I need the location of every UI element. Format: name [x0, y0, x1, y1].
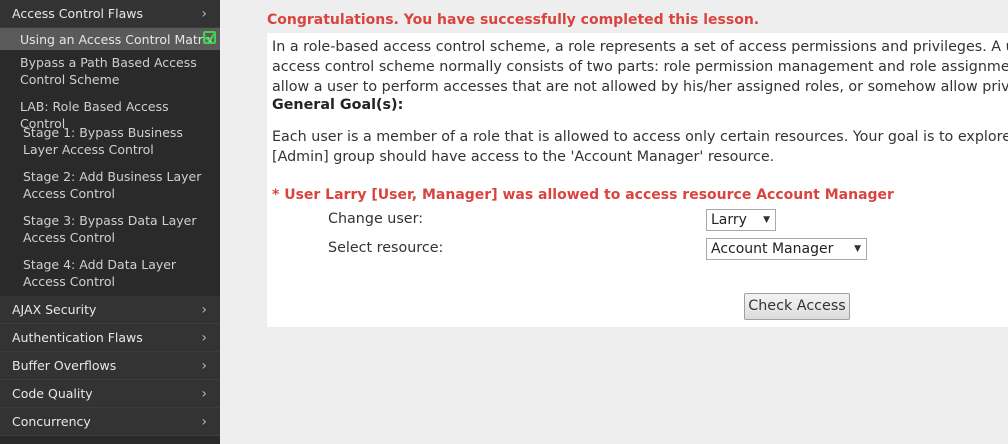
- category-label: Concurrency: [12, 414, 91, 429]
- lesson-label: Bypass a Path Based Access Control Schem…: [20, 55, 197, 87]
- lesson-label: Stage 1: Bypass Business Layer Access Co…: [23, 125, 183, 157]
- chevron-right-icon: ›: [201, 302, 207, 318]
- category-label: Code Quality: [12, 386, 93, 401]
- lesson-sidebar: Access Control Flaws › Using an Access C…: [0, 0, 220, 444]
- lesson-content: Congratulations. You have successfully c…: [220, 0, 1008, 444]
- lesson-label: Using an Access Control Matrix: [20, 32, 214, 47]
- category-access-control-flaws[interactable]: Access Control Flaws ›: [0, 0, 220, 28]
- lesson-stage-1[interactable]: Stage 1: Bypass Business Layer Access Co…: [0, 120, 220, 164]
- dropdown-arrow-icon: ▼: [763, 215, 770, 225]
- category-authentication-flaws[interactable]: Authentication Flaws ›: [0, 324, 220, 352]
- goal-line: [Admin] group should have access to the …: [272, 149, 775, 165]
- chevron-right-icon: ›: [201, 6, 207, 22]
- select-resource-label: Select resource:: [328, 240, 444, 256]
- lesson-label: Stage 4: Add Data Layer Access Control: [23, 257, 177, 289]
- chevron-right-icon: ›: [201, 386, 207, 402]
- lesson-intro: In a role-based access control scheme, a…: [272, 37, 1008, 97]
- chevron-right-icon: ›: [201, 414, 207, 430]
- success-message: Congratulations. You have successfully c…: [267, 12, 760, 28]
- lesson-panel: In a role-based access control scheme, a…: [267, 33, 1008, 327]
- change-user-label: Change user:: [328, 211, 424, 227]
- check-access-button[interactable]: Check Access: [744, 293, 850, 320]
- category-label: Authentication Flaws: [12, 330, 143, 345]
- lesson-lab-role-based[interactable]: LAB: Role Based Access Control: [0, 94, 220, 131]
- category-concurrency[interactable]: Concurrency ›: [0, 408, 220, 436]
- intro-line: access control scheme normally consists …: [272, 59, 1008, 75]
- intro-line: allow a user to perform accesses that ar…: [272, 79, 1008, 95]
- lesson-stage-2[interactable]: Stage 2: Add Business Layer Access Contr…: [0, 164, 220, 208]
- goal-heading: General Goal(s):: [272, 97, 404, 113]
- category-code-quality[interactable]: Code Quality ›: [0, 380, 220, 408]
- chevron-right-icon: ›: [201, 330, 207, 346]
- lesson-using-access-control-matrix[interactable]: Using an Access Control Matrix: [0, 28, 220, 50]
- select-value: Account Manager: [711, 241, 834, 257]
- select-value: Larry: [711, 212, 747, 228]
- category-label: Access Control Flaws: [12, 6, 143, 21]
- access-result-message: * User Larry [User, Manager] was allowed…: [272, 187, 894, 203]
- lesson-stage-3[interactable]: Stage 3: Bypass Data Layer Access Contro…: [0, 208, 220, 252]
- goal-text: Each user is a member of a role that is …: [272, 127, 1008, 167]
- lesson-bypass-path-based[interactable]: Bypass a Path Based Access Control Schem…: [0, 50, 220, 94]
- chevron-right-icon: ›: [201, 358, 207, 374]
- select-resource-select[interactable]: Account Manager ▼: [706, 238, 867, 260]
- goal-line: Each user is a member of a role that is …: [272, 129, 1008, 145]
- category-label: AJAX Security: [12, 302, 97, 317]
- change-user-select[interactable]: Larry ▼: [706, 209, 776, 231]
- lesson-label: Stage 2: Add Business Layer Access Contr…: [23, 169, 202, 201]
- lesson-stage-4[interactable]: Stage 4: Add Data Layer Access Control: [0, 252, 220, 296]
- category-ajax-security[interactable]: AJAX Security ›: [0, 296, 220, 324]
- category-label: Buffer Overflows: [12, 358, 117, 373]
- lesson-label: Stage 3: Bypass Data Layer Access Contro…: [23, 213, 197, 245]
- check-icon: [203, 31, 216, 44]
- intro-line: In a role-based access control scheme, a…: [272, 39, 1008, 55]
- category-buffer-overflows[interactable]: Buffer Overflows ›: [0, 352, 220, 380]
- dropdown-arrow-icon: ▼: [854, 244, 861, 254]
